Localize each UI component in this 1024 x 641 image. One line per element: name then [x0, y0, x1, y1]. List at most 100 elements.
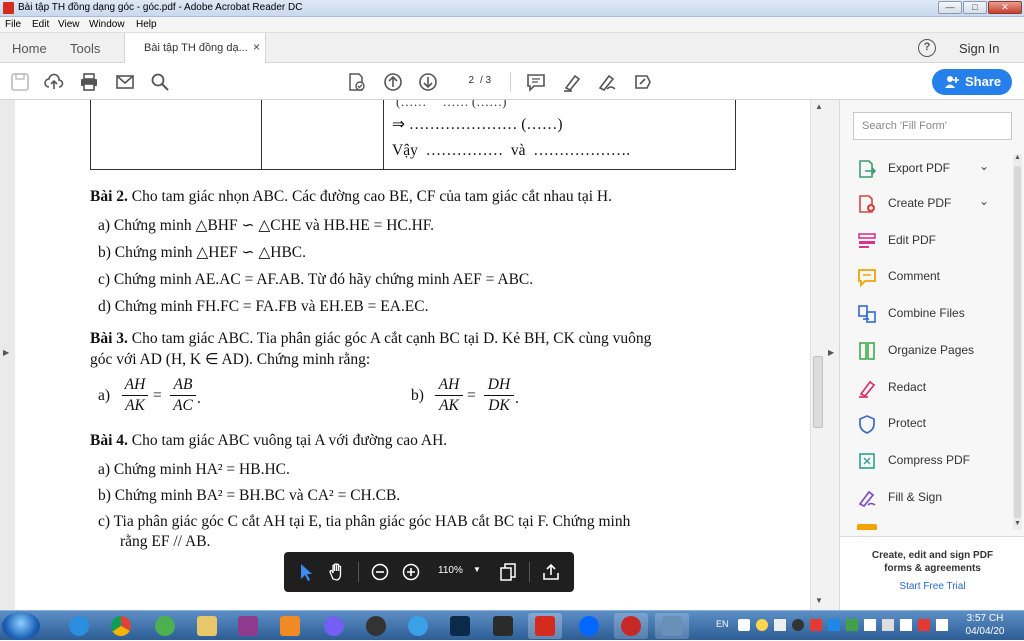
tools-search-input[interactable]: Search 'Fill Form'	[853, 112, 1012, 140]
tray-icon[interactable]	[792, 619, 804, 631]
taskbar-app[interactable]	[359, 613, 393, 639]
right-panel-collapse-icon[interactable]: ▶	[828, 348, 834, 357]
clock-date[interactable]: 04/04/20	[965, 626, 1005, 637]
print-icon[interactable]	[79, 72, 99, 92]
taskbar-media[interactable]	[273, 613, 307, 639]
tray-icon[interactable]	[918, 619, 930, 631]
right-panel-toggle[interactable]: ▶	[825, 100, 839, 610]
tool-export-pdf[interactable]: Export PDF ⌄	[857, 157, 1007, 181]
zoom-in-icon[interactable]	[401, 562, 421, 582]
zoom-level[interactable]: 110%	[438, 565, 463, 576]
help-tray-icon[interactable]	[756, 619, 768, 631]
upload-cloud-icon[interactable]	[44, 72, 64, 92]
close-button[interactable]: ✕	[988, 1, 1022, 14]
menu-edit[interactable]: Edit	[32, 19, 49, 30]
maximize-button[interactable]: □	[963, 1, 987, 14]
tray-icon[interactable]	[774, 619, 786, 631]
minimize-button[interactable]: —	[938, 1, 962, 14]
tool-comment[interactable]: Comment	[857, 265, 1007, 289]
email-icon[interactable]	[115, 72, 135, 92]
bai2-heading: Bài 2. Cho tam giác nhọn ABC. Các đường …	[90, 188, 612, 206]
tab-home[interactable]: Home	[12, 41, 47, 56]
page-fit-icon[interactable]	[498, 562, 518, 582]
taskbar-app5[interactable]	[655, 613, 689, 639]
taskbar-explorer[interactable]	[190, 613, 224, 639]
taskbar-viber[interactable]	[317, 613, 351, 639]
chevron-down-icon[interactable]: ⌄	[979, 159, 989, 173]
menu-file[interactable]: File	[5, 19, 21, 30]
taskbar-zalo[interactable]	[572, 613, 606, 639]
scroll-thumb[interactable]	[813, 356, 823, 428]
scroll-down-icon[interactable]: ▼	[815, 596, 823, 605]
tab-tools[interactable]: Tools	[70, 41, 100, 56]
taskbar-acrobat[interactable]	[528, 613, 562, 639]
scroll-up-icon[interactable]: ▲	[1014, 154, 1021, 161]
camera-icon	[366, 616, 386, 636]
start-button[interactable]	[2, 612, 40, 640]
language-indicator[interactable]: EN	[716, 619, 729, 629]
tool-organize-pages[interactable]: Organize Pages	[857, 339, 1007, 363]
sign-icon[interactable]	[597, 72, 617, 92]
answer-table: (…… …… (……) ⇒ ………………… (……) Vậy …………… và …	[90, 100, 736, 170]
zoom-out-icon[interactable]	[370, 562, 390, 582]
page-down-icon[interactable]	[418, 72, 438, 92]
hand-tool-icon[interactable]	[327, 562, 347, 582]
menu-help[interactable]: Help	[136, 19, 157, 30]
page-up-icon[interactable]	[383, 72, 403, 92]
menu-view[interactable]: View	[58, 19, 80, 30]
start-free-trial-link[interactable]: Start Free Trial	[840, 581, 1024, 592]
help-icon[interactable]: ?	[918, 39, 936, 57]
tool-combine-files[interactable]: Combine Files	[857, 302, 1007, 326]
save-icon[interactable]	[10, 72, 30, 92]
document-tab-label: Bài tập TH đồng dạ...	[144, 42, 248, 54]
page-number-input[interactable]: 2	[453, 72, 475, 90]
tool-redact[interactable]: Redact	[857, 376, 1007, 400]
more-tools-icon[interactable]	[633, 72, 653, 92]
taskbar-app4[interactable]	[614, 613, 648, 639]
taskbar-photoshop[interactable]	[443, 613, 477, 639]
tab-document[interactable]: Bài tập TH đồng dạ... ×	[124, 33, 266, 63]
volume-icon[interactable]	[882, 619, 894, 631]
bai2-title: Bài 2.	[90, 188, 128, 205]
close-tab-icon[interactable]: ×	[253, 40, 260, 54]
tool-compress-pdf[interactable]: Compress PDF	[857, 449, 1007, 473]
tool-fill-sign[interactable]: Fill & Sign	[857, 486, 1007, 510]
chevron-down-icon[interactable]: ⌄	[979, 194, 989, 208]
tray-icon[interactable]	[810, 619, 822, 631]
document-scrollbar[interactable]: ▲ ▼	[810, 100, 825, 610]
network-icon[interactable]	[864, 619, 876, 631]
zoom-dropdown-icon[interactable]: ▼	[473, 565, 481, 574]
share-button[interactable]: Share	[932, 69, 1012, 95]
bai3-text2: góc với AD (H, K ∈ AD). Chứng minh rằng:	[90, 351, 371, 368]
tray-icon[interactable]	[828, 619, 840, 631]
tools-scrollbar[interactable]: ▲ ▼	[1013, 154, 1022, 530]
tool-edit-pdf[interactable]: Edit PDF	[857, 229, 1007, 253]
export-share-icon[interactable]	[541, 562, 561, 582]
search-icon[interactable]	[150, 72, 170, 92]
taskbar-coccoc[interactable]	[148, 613, 182, 639]
taskbar-app2[interactable]	[401, 613, 435, 639]
taskbar-app3[interactable]	[486, 613, 520, 639]
scroll-up-icon[interactable]: ▲	[815, 102, 823, 111]
menu-window[interactable]: Window	[89, 19, 125, 30]
tools-scroll-thumb[interactable]	[1014, 166, 1021, 518]
tray-icon[interactable]	[738, 619, 750, 631]
select-cursor-icon[interactable]	[296, 562, 316, 582]
fraction-numerator: AH	[438, 376, 460, 393]
taskbar-winrar[interactable]	[231, 613, 265, 639]
fill-form-icon[interactable]	[346, 72, 366, 92]
comment-icon[interactable]	[526, 72, 546, 92]
tool-protect[interactable]: Protect	[857, 412, 1007, 436]
taskbar-ie[interactable]	[62, 613, 96, 639]
bai4-text: Cho tam giác ABC vuông tại A với đường c…	[131, 432, 448, 449]
taskbar-chrome[interactable]	[104, 613, 138, 639]
highlight-pen-icon[interactable]	[562, 72, 582, 92]
clock-time[interactable]: 3:57 CH	[965, 613, 1005, 624]
flag-icon[interactable]	[900, 619, 912, 631]
tray-icon[interactable]	[846, 619, 858, 631]
tray-icon[interactable]	[936, 619, 948, 631]
scroll-down-icon[interactable]: ▼	[1014, 520, 1021, 527]
tool-create-pdf[interactable]: Create PDF ⌄	[857, 192, 1007, 216]
sign-in-link[interactable]: Sign In	[959, 41, 999, 56]
app-icon	[493, 616, 513, 636]
